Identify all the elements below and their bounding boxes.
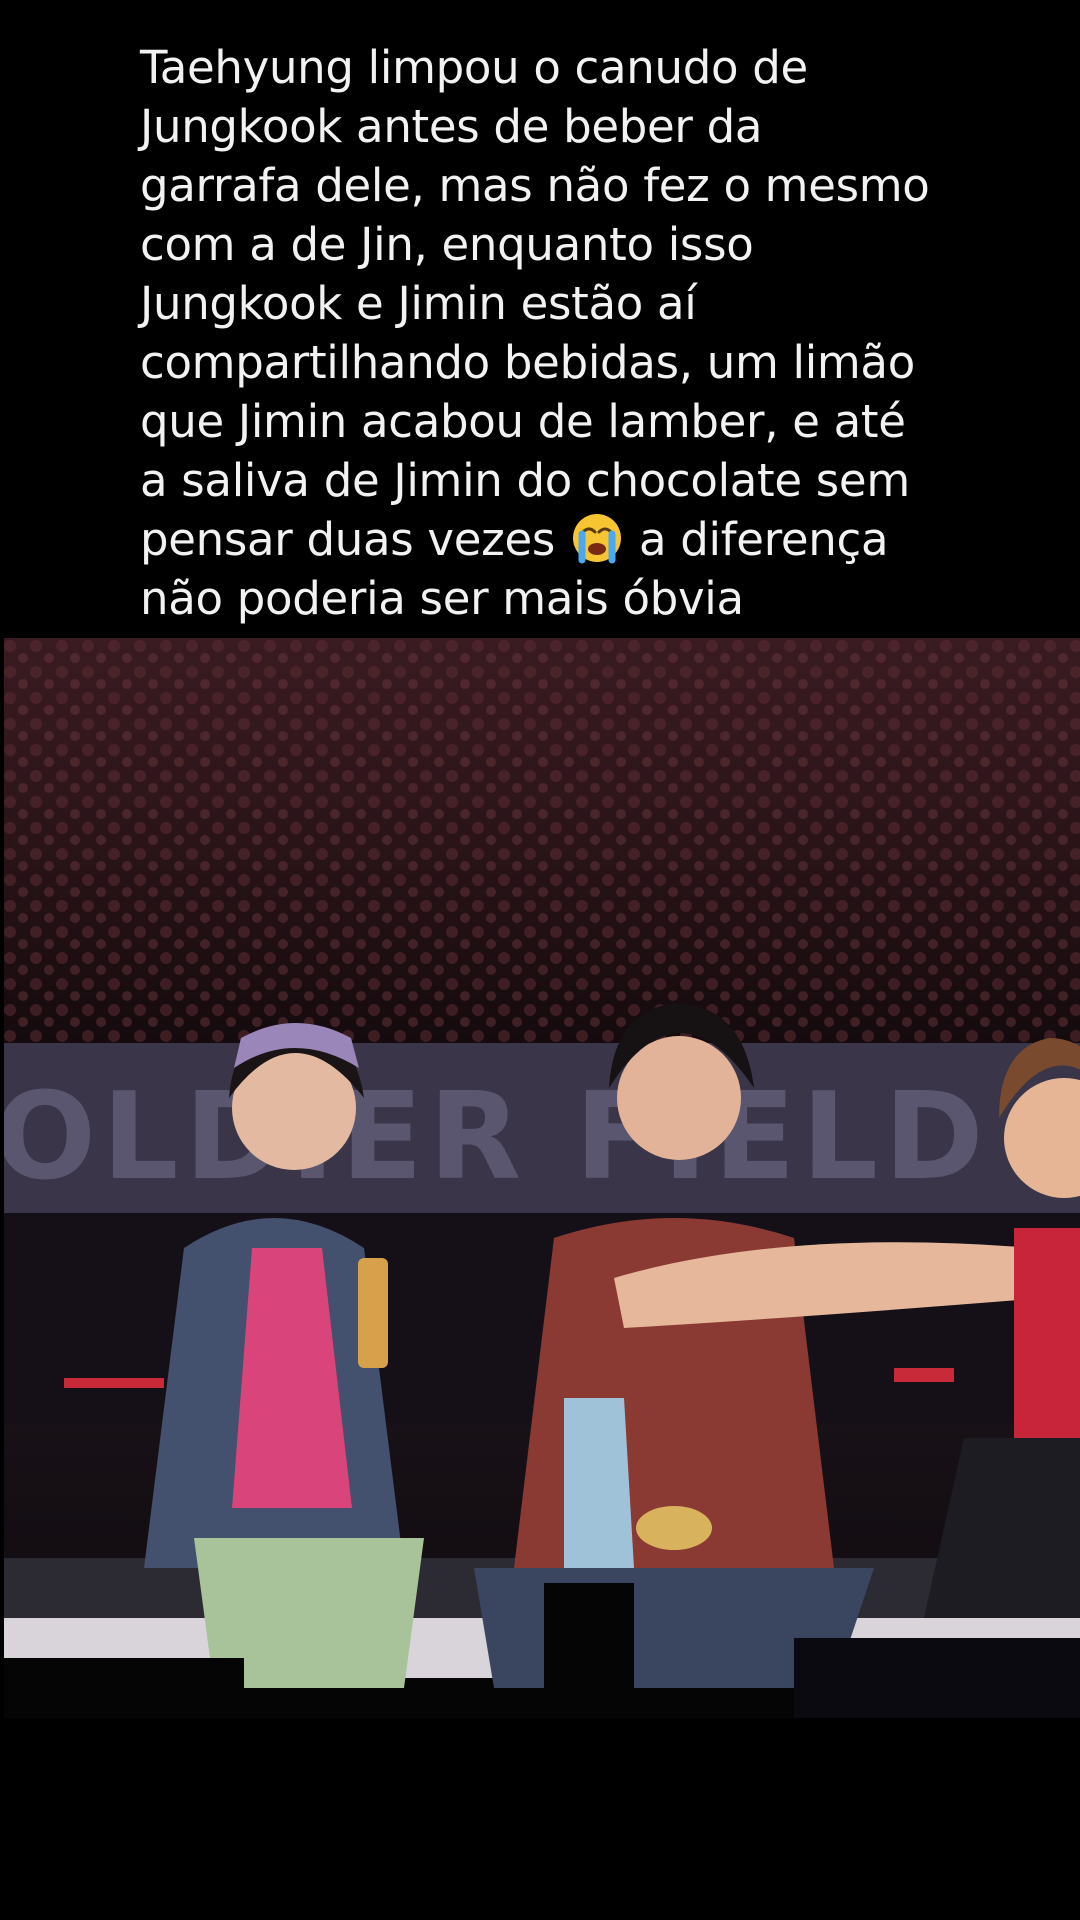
caption-line: não poderia ser mais óbvia [140,572,744,625]
stage-banner-text: OLDIER FIELD [4,1068,990,1207]
caption-line: com a de Jin, enquanto isso [140,218,754,271]
video-player[interactable]: OLDIER FIELD [4,638,1080,1718]
caption-line: a saliva de Jimin do chocolate sem [140,454,910,507]
caption-line: Taehyung limpou o canudo de [140,41,808,94]
stage-light [64,1378,164,1388]
caption-text-segment: pensar duas vezes [140,513,555,566]
foreground-equipment [4,1658,244,1718]
crowd-texture [4,638,1080,1048]
post-caption: Taehyung limpou o canudo de Jungkook ant… [140,38,970,628]
caption-line: que Jimin acabou de lamber, e até [140,395,906,448]
stage-light [894,1368,954,1382]
caption-line: compartilhando bebidas, um limão [140,336,915,389]
caption-line: Jungkook antes de beber da [140,100,763,153]
loudly-crying-face-icon [571,512,623,564]
foreground-equipment [794,1638,1080,1718]
caption-line-with-emoji: pensar duas vezes a diferença [140,510,970,569]
video-frame: OLDIER FIELD [4,638,1080,1718]
foreground-equipment [544,1583,634,1718]
caption-line: garrafa dele, mas não fez o mesmo [140,159,930,212]
caption-line: Jungkook e Jimin estão aí [140,277,697,330]
caption-text-segment: a diferença [639,513,889,566]
